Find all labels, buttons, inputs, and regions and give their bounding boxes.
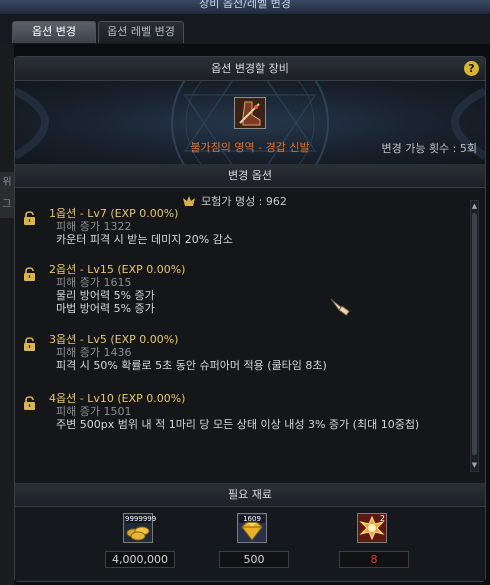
background-strip: 위 그	[0, 44, 14, 585]
material-badge: 9999999	[125, 515, 157, 523]
material-badge: 1609	[239, 515, 265, 523]
tab-bar: 옵션 변경 옵션 레벨 변경	[0, 14, 490, 44]
option-effect: 물리 방어력 5% 증가	[56, 289, 155, 302]
material-gold: 9999999 4,000,000	[105, 513, 175, 575]
equipment-slot[interactable]	[234, 97, 266, 129]
scrollbar-thumb[interactable]	[472, 213, 477, 455]
option-damage: 피해 증가 1436	[56, 346, 132, 359]
option-effect: 주변 500px 범위 내 적 1마리 당 모든 상태 이상 내성 3% 증가 …	[56, 418, 420, 431]
gold-coins-icon[interactable]: 9999999	[123, 513, 157, 543]
material-amount: 500	[219, 551, 289, 568]
option-damage: 피해 증가 1615	[56, 276, 132, 289]
gem-icon[interactable]: 1609	[237, 513, 267, 543]
equipment-display: 불가침의 영역 - 경갑 신발 변경 가능 횟수 : 5회	[15, 81, 485, 164]
option-title: 2옵션 - Lv15 (EXP 0.00%)	[49, 263, 186, 276]
reputation-icon	[183, 196, 196, 206]
window-title: 장비 옵션/레벨 변경	[199, 0, 291, 10]
equipment-name: 불가침의 영역 - 경갑 신발	[190, 141, 310, 154]
option-effect: 카운터 피격 시 받는 데미지 20% 감소	[56, 233, 233, 246]
lock-icon[interactable]	[23, 267, 36, 281]
option-title: 4옵션 - Lv10 (EXP 0.00%)	[49, 392, 186, 405]
option-effect: 마법 방어력 5% 증가	[56, 302, 155, 315]
lock-icon[interactable]	[23, 211, 36, 225]
scroll-up-arrow-icon[interactable]: ▲	[471, 202, 478, 211]
option-title: 3옵션 - Lv5 (EXP 0.00%)	[49, 333, 179, 346]
main-panel: 옵션 변경할 장비 ? 불가침의 영역 - 경갑 신발 변경 가능 횟수 : 5…	[14, 56, 486, 582]
material-badge: 2	[379, 514, 385, 523]
change-count: 변경 가능 횟수 : 5회	[381, 142, 477, 155]
materials-section-header: 필요 재료	[15, 483, 485, 507]
burst-icon[interactable]: 2	[357, 513, 387, 543]
options-section-title: 변경 옵션	[228, 169, 272, 182]
materials-row: 9999999 4,000,000 1609 500 2 8	[15, 507, 485, 581]
lock-icon[interactable]	[23, 396, 36, 410]
background-text: 위 그	[0, 172, 14, 218]
option-damage: 피해 증가 1501	[56, 405, 132, 418]
window-title-bar: 장비 옵션/레벨 변경	[0, 0, 490, 14]
help-icon[interactable]: ?	[464, 61, 479, 76]
option-damage: 피해 증가 1322	[56, 220, 132, 233]
tab-option-level-change[interactable]: 옵션 레벨 변경	[98, 21, 184, 43]
material-amount: 8	[339, 551, 409, 568]
options-scrollbar[interactable]: ▲ ▼	[470, 200, 479, 472]
material-gem: 1609 500	[219, 513, 289, 575]
material-burst: 2 8	[339, 513, 409, 575]
lock-icon[interactable]	[23, 337, 36, 351]
equipment-section-header: 옵션 변경할 장비 ?	[15, 57, 485, 81]
tab-option-change[interactable]: 옵션 변경	[12, 21, 96, 43]
materials-section-title: 필요 재료	[228, 488, 272, 501]
options-list: 모험가 명성 : 962 1옵션 - Lv7 (EXP 0.00%) 피해 증가…	[15, 188, 485, 480]
boots-icon	[235, 98, 265, 128]
option-title: 1옵션 - Lv7 (EXP 0.00%)	[49, 207, 179, 220]
options-section-header: 변경 옵션	[15, 164, 485, 188]
scroll-down-arrow-icon[interactable]: ▼	[471, 461, 478, 470]
equipment-section-title: 옵션 변경할 장비	[211, 62, 289, 75]
option-effect: 피격 시 50% 확률로 5초 동안 슈퍼아머 적용 (쿨타임 8초)	[56, 359, 327, 372]
material-amount: 4,000,000	[105, 551, 175, 568]
mouse-cursor-icon	[330, 298, 350, 317]
